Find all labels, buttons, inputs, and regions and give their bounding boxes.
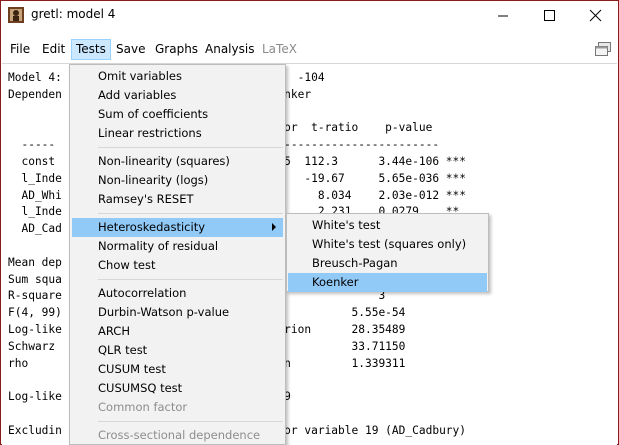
maximize-button[interactable] (526, 1, 572, 31)
menu-separator (98, 421, 283, 422)
menu-item-cross-sectional-dependence: Cross-sectional dependence (98, 428, 261, 442)
menu-item-non-linearity-logs[interactable]: Non-linearity (logs) (72, 171, 283, 190)
minimize-button[interactable] (480, 1, 526, 31)
menu-separator (98, 213, 283, 214)
menu-edit[interactable]: Edit (38, 39, 69, 60)
menu-item-cusumsq-test[interactable]: CUSUMSQ test (72, 379, 283, 398)
submenu-item-koenker[interactable]: Koenker (288, 273, 487, 292)
menu-item-heteroskedasticity[interactable]: Heteroskedasticity (72, 218, 283, 237)
menu-item-common-factor: Common factor (98, 400, 188, 414)
menu-bar: File Edit Tests Save Graphs Analysis LaTeX (1, 37, 618, 61)
menu-item-add-variables[interactable]: Add variables (72, 86, 283, 105)
menu-analysis[interactable]: Analysis (201, 39, 258, 60)
close-icon (589, 9, 602, 22)
menu-item-normality-of-residual[interactable]: Normality of residual (72, 237, 283, 256)
gretl-app-icon (8, 7, 24, 23)
tests-menu-dropdown: Omit variables Add variables Sum of coeffi… (69, 64, 286, 445)
window-list-icon[interactable] (594, 41, 612, 57)
menu-item-cusum-test[interactable]: CUSUM test (72, 360, 283, 379)
menu-item-omit-variables[interactable]: Omit variables (72, 67, 283, 86)
title-bar[interactable]: gretl: model 4 (1, 1, 618, 31)
submenu-item-white-s-test[interactable]: White's test (288, 216, 487, 235)
menu-item-autocorrelation[interactable]: Autocorrelation (72, 284, 283, 303)
menu-item-arch[interactable]: ARCH (72, 322, 283, 341)
window-title: gretl: model 4 (31, 7, 116, 21)
menu-item-sum-of-coefficients[interactable]: Sum of coefficients (72, 105, 283, 124)
menu-save[interactable]: Save (112, 39, 149, 60)
menu-item-durbin-watson-p-value[interactable]: Durbin-Watson p-value (72, 303, 283, 322)
submenu-arrow-icon (272, 223, 276, 231)
menu-tests[interactable]: Tests (71, 39, 111, 60)
menu-item-linear-restrictions[interactable]: Linear restrictions (72, 124, 283, 143)
submenu-item-breusch-pagan[interactable]: Breusch-Pagan (288, 254, 487, 273)
heteroskedasticity-submenu: White's test White's test (squares only) B… (286, 213, 489, 292)
menu-latex[interactable]: LaTeX (258, 39, 301, 60)
submenu-item-white-s-test-squares-only[interactable]: White's test (squares only) (288, 235, 487, 254)
menu-graphs[interactable]: Graphs (151, 39, 202, 60)
menu-item-qlr-test[interactable]: QLR test (72, 341, 283, 360)
menu-item-non-linearity-squares[interactable]: Non-linearity (squares) (72, 152, 283, 171)
menu-file[interactable]: File (6, 39, 34, 60)
menu-item-ramsey-s-reset[interactable]: Ramsey's RESET (72, 190, 283, 209)
maximize-icon (544, 10, 555, 21)
menu-separator (98, 279, 283, 280)
minimize-icon (498, 15, 508, 17)
close-button[interactable] (572, 1, 618, 31)
menu-separator (98, 147, 283, 148)
menu-item-chow-test[interactable]: Chow test (72, 256, 283, 275)
